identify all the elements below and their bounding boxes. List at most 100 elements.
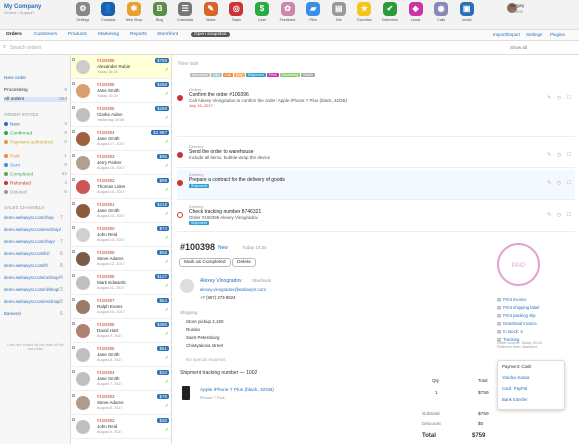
payment-option[interactable]: Payment: Cash [502, 364, 531, 369]
task-status-icon[interactable] [177, 180, 183, 186]
new-task-input[interactable]: New task [178, 61, 199, 67]
tab-orders[interactable]: Orders [6, 32, 22, 37]
delete-button[interactable]: Delete [232, 258, 256, 267]
action-link[interactable]: ▤ Print shipping label [497, 305, 539, 311]
checkbox[interactable] [72, 322, 75, 325]
list-item[interactable]: #100382 John Reid August 5, 2017 $30 ✓ [71, 415, 171, 439]
open-snapshot-button[interactable]: Open snapshot [191, 32, 230, 37]
tag-important[interactable]: Important [190, 73, 211, 77]
channel-item[interactable]: demo.webasyst.com/shop/ [4, 239, 62, 244]
state-deleted[interactable]: Deleted 0 [4, 190, 67, 195]
list-item[interactable]: #100392 Thomas Lister August 15, 2017 $99 ✓ [71, 175, 171, 199]
tab-plugins[interactable]: Plugins [550, 32, 565, 37]
app-calls[interactable]: ◉ Calls [428, 2, 454, 22]
channel-item[interactable]: Backend [4, 311, 62, 316]
tab-storefront[interactable]: Storefront [157, 32, 178, 37]
channel-item[interactable]: demo.webasyst.com/shop [4, 215, 62, 220]
tab-products[interactable]: Products [68, 32, 87, 37]
checkbox[interactable] [72, 130, 75, 133]
action-link[interactable]: ▤ Download invoice [497, 321, 537, 327]
state-sent[interactable]: Sent 0 [4, 163, 67, 168]
task-status-icon[interactable] [177, 152, 183, 158]
checkbox[interactable] [72, 346, 75, 349]
tab-reports[interactable]: Reports [130, 32, 147, 37]
task-item[interactable]: Orders Confirm the order #100396 Call Alex… [177, 85, 575, 137]
channel-item[interactable]: demo.webasyst.com/es/shop/ [4, 299, 62, 304]
list-item[interactable]: #100384 Jane Smith August 7, 2017 $34 ✓ [71, 367, 171, 391]
app-cash[interactable]: $ Cash [249, 2, 275, 22]
checkbox[interactable] [72, 298, 75, 301]
tab-settings[interactable]: Settings [526, 32, 542, 37]
task-item[interactable]: Delivery Send the order to warehouse Inclu… [177, 142, 575, 168]
action-link[interactable]: ▤ In stock: 3 [497, 329, 523, 335]
task-item[interactable]: Delivery Prepare a contract for the deliv… [177, 170, 575, 200]
task-actions-icon[interactable]: ✎ ◷ ☐ [547, 180, 573, 186]
state-completed[interactable]: Completed 52 [4, 172, 67, 177]
checkbox[interactable] [72, 82, 75, 85]
new-order-link[interactable]: New order [4, 76, 67, 81]
state-paid[interactable]: Paid 1 [4, 154, 67, 159]
list-item[interactable]: #100385 Jane Smith August 8, 2017 $61 ✓ [71, 343, 171, 367]
checkbox[interactable] [72, 274, 75, 277]
app-tasks[interactable]: ◎ Tasks [224, 2, 250, 22]
customer-email[interactable]: alexey.vinogradov@webasyst.com [200, 287, 266, 292]
tag-print[interactable]: Print [266, 73, 279, 77]
task-status-icon[interactable] [177, 95, 183, 101]
payment-option[interactable]: Yandex.Kassa [502, 375, 529, 380]
task-actions-icon[interactable]: ✎ ◷ ☐ [547, 152, 573, 158]
tab-import-export[interactable]: Import/Export [493, 32, 520, 37]
channel-item[interactable]: demo.webasyst.com/kz/ [4, 251, 62, 256]
mark-completed-button[interactable]: Mark as Completed [179, 258, 231, 267]
state-confirmed[interactable]: Confirmed 6 [4, 131, 67, 136]
payment-option[interactable]: Bank transfer [502, 397, 528, 402]
tag-call[interactable]: Call [222, 73, 234, 77]
customer-name[interactable]: Alexey Vinogradov [200, 278, 242, 284]
list-item[interactable]: #100394 Jane Smith August 17, 2017 $2,987 ✓ [71, 127, 171, 151]
sidebar-item-all-orders[interactable]: All orders 364 [4, 97, 67, 102]
task-item[interactable]: Delivery Check tracking number 8746321 Ord… [177, 202, 575, 232]
task-actions-icon[interactable]: ✎ ◷ ☐ [547, 95, 573, 101]
checkbox[interactable] [72, 226, 75, 229]
tag-sales[interactable]: Sales [301, 73, 315, 77]
app-leads[interactable]: ◆ Leads [403, 2, 429, 22]
tag-site[interactable]: Site [211, 73, 222, 77]
checkbox[interactable] [72, 154, 75, 157]
task-actions-icon[interactable]: ✎ ◷ ☐ [547, 212, 573, 218]
list-item[interactable]: #100396 Jane Smith Today 10:20 $258 ✓ [71, 79, 171, 103]
search-input[interactable]: Search orders [10, 45, 41, 51]
tab-marketing[interactable]: Marketing [98, 32, 119, 37]
checkbox[interactable] [72, 250, 75, 253]
checkbox[interactable] [72, 202, 75, 205]
tab-customers[interactable]: Customers [34, 32, 57, 37]
company-logo[interactable]: My Company Orders • Support [4, 4, 64, 15]
app-blog[interactable]: B Blog [147, 2, 173, 22]
app-notes[interactable]: ✎ Notes [198, 2, 224, 22]
list-item[interactable]: #100388 Mark Edwards August 11, 2017 $127 ✓ [71, 271, 171, 295]
state-refunded[interactable]: Refunded 3 [4, 181, 67, 186]
checkbox[interactable] [72, 178, 75, 181]
list-item[interactable]: #100390 John Reid August 13, 2017 $74 ✓ [71, 223, 171, 247]
app-deliveries[interactable]: ✔ Deliveries [377, 2, 403, 22]
channel-item[interactable]: demo.webasyst.com/en/shop/ [4, 227, 62, 232]
state-payment-authorized[interactable]: Payment authorized 0 [4, 140, 67, 145]
checkbox[interactable] [72, 58, 75, 61]
app-settings[interactable]: ⚙ Settings [70, 2, 96, 22]
app-files[interactable]: ▰ Files [300, 2, 326, 22]
app-favorites[interactable]: ★ Favorites [352, 2, 378, 22]
channel-item[interactable]: demo.webasyst.com/ru/shop/ [4, 275, 62, 280]
list-item[interactable]: #100391 Jane Smith August 14, 2017 $218 ✓ [71, 199, 171, 223]
checkbox[interactable] [72, 370, 75, 373]
tag-marketing[interactable]: Marketing [279, 73, 301, 77]
channel-item[interactable]: demo.webasyst.com/nl/shop/ [4, 287, 62, 292]
app-install[interactable]: ▣ Install [454, 2, 480, 22]
checkbox[interactable] [72, 418, 75, 421]
action-link[interactable]: ▤ Print packing slip [497, 313, 536, 319]
app-checklists[interactable]: ☰ Checklists [172, 2, 198, 22]
list-item[interactable]: #100387 Ralph Evans August 10, 2017 $64 ✓ [71, 295, 171, 319]
app-contacts[interactable]: 👤 Contacts [96, 2, 122, 22]
list-item[interactable]: #100393 Jerry Parker August 16, 2017 $95 ✓ [71, 151, 171, 175]
action-link[interactable]: ▤ Print invoice [497, 297, 526, 303]
list-item[interactable]: #100386 David Hart August 9, 2017 $390 ✓ [71, 319, 171, 343]
checkbox[interactable] [72, 394, 75, 397]
channel-item[interactable]: demo.webasyst.com/fr/ [4, 263, 62, 268]
